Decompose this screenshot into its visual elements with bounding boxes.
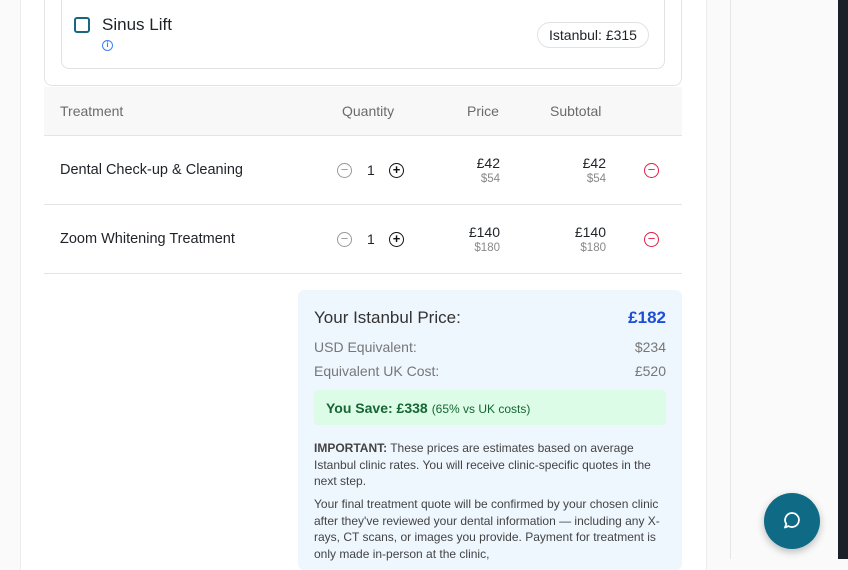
chat-bubble-icon — [784, 512, 800, 529]
summary-total: £182 — [628, 308, 666, 327]
final-quote-note: Your final treatment quote will be confi… — [314, 497, 660, 561]
subtotal-cell: £140 $180 — [536, 224, 606, 254]
price-usd: $54 — [480, 173, 500, 185]
subtotal-usd: $180 — [580, 242, 606, 254]
uk-cost-value: £520 — [634, 363, 666, 379]
remove-treatment-button[interactable]: − — [644, 163, 659, 178]
quantity-value: 1 — [367, 162, 375, 178]
uk-cost-label: Equivalent UK Cost: — [314, 363, 440, 379]
subtotal-usd: $54 — [586, 173, 606, 185]
remove-treatment-button[interactable]: − — [644, 232, 659, 247]
header-price: Price — [467, 103, 499, 119]
decrease-quantity-button[interactable]: − — [337, 232, 352, 247]
price-usd: $180 — [474, 242, 500, 254]
table-row: Dental Check-up & Cleaning − 1 + £42 $54 … — [44, 136, 682, 205]
savings-banner: You Save: £338 (65% vs UK costs) — [314, 390, 666, 425]
table-row: Zoom Whitening Treatment − 1 + £140 $180 … — [44, 205, 682, 274]
sinus-lift-checkbox[interactable] — [74, 17, 90, 33]
summary-title: Your Istanbul Price: — [314, 308, 461, 327]
subtotal-gbp: £42 — [582, 155, 606, 171]
header-treatment: Treatment — [60, 103, 124, 119]
option-label: Sinus Lift — [102, 15, 172, 34]
important-note: IMPORTANT: These prices are estimates ba… — [314, 440, 660, 490]
price-badge: Istanbul: £315 — [537, 22, 649, 48]
window-edge — [838, 0, 848, 559]
increase-quantity-button[interactable]: + — [389, 232, 404, 247]
treatment-name: Dental Check-up & Cleaning — [60, 162, 243, 178]
usd-value: $234 — [634, 339, 666, 355]
header-subtotal: Subtotal — [550, 103, 602, 119]
chat-button[interactable] — [764, 493, 820, 549]
price-gbp: £42 — [476, 155, 500, 171]
savings-amount: You Save: £338 — [326, 400, 428, 416]
subtotal-gbp: £140 — [574, 224, 606, 240]
header-quantity: Quantity — [342, 103, 395, 119]
right-pane — [730, 0, 838, 559]
price-summary: Your Istanbul Price: £182 USD Equivalent… — [298, 290, 682, 570]
important-label: IMPORTANT: — [314, 441, 388, 455]
table-header: Treatment Quantity Price Subtotal — [44, 87, 682, 136]
price-cell: £140 $180 — [430, 224, 500, 254]
increase-quantity-button[interactable]: + — [389, 163, 404, 178]
savings-percent: (65% vs UK costs) — [431, 402, 531, 416]
subtotal-cell: £42 $54 — [536, 155, 606, 185]
info-icon[interactable]: i — [102, 40, 113, 51]
decrease-quantity-button[interactable]: − — [337, 163, 352, 178]
price-gbp: £140 — [468, 224, 500, 240]
quantity-value: 1 — [367, 231, 375, 247]
treatment-name: Zoom Whitening Treatment — [60, 231, 235, 247]
price-cell: £42 $54 — [430, 155, 500, 185]
usd-label: USD Equivalent: — [314, 339, 417, 355]
